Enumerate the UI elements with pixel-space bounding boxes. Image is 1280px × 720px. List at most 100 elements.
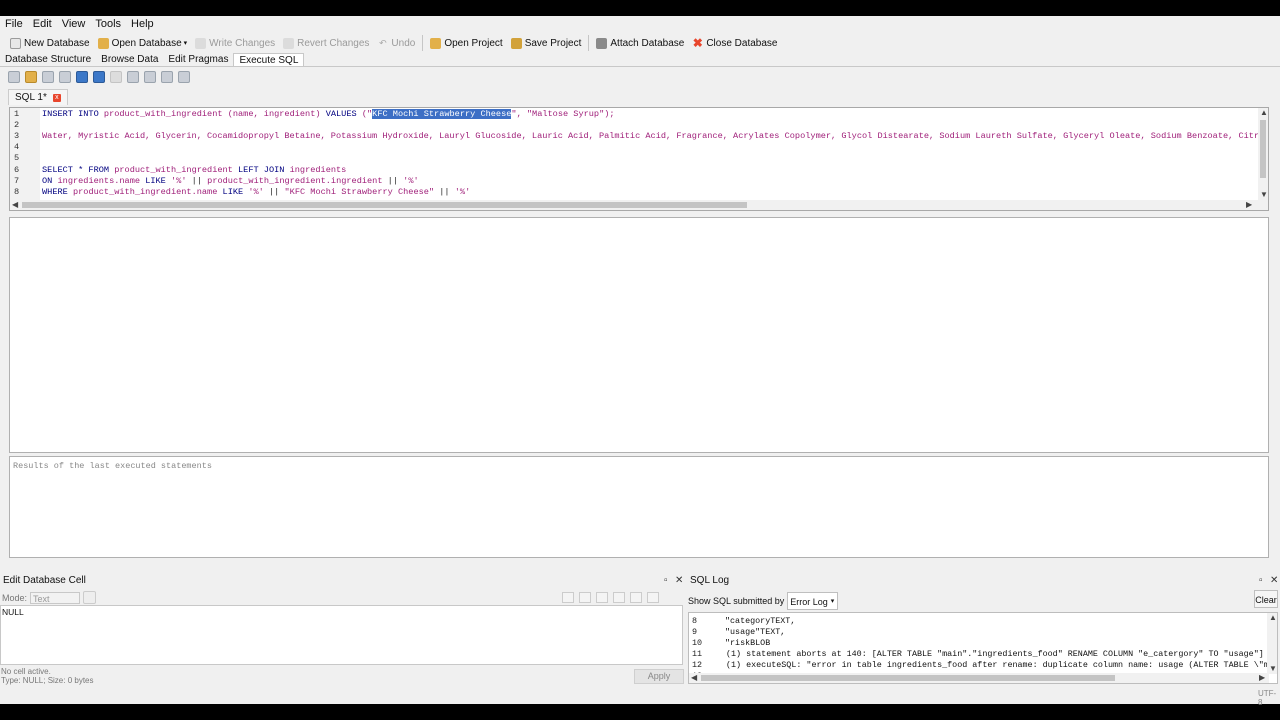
scroll-thumb[interactable] [1260,120,1266,178]
scroll-right-icon[interactable]: ▶ [1246,200,1252,210]
scroll-up-icon[interactable]: ▲ [1269,613,1277,623]
sql-editor[interactable]: 1 INSERT INTO product_with_ingredient (n… [9,107,1269,211]
chevron-down-icon: ▾ [830,598,835,605]
sql-toolbar [8,69,195,85]
scroll-up-icon[interactable]: ▲ [1260,108,1268,118]
encoding-status: UTF-8 [1258,689,1277,707]
comment-block-icon[interactable] [178,71,190,83]
tab-execute-sql[interactable]: Execute SQL [233,53,305,66]
toolbar-separator [422,35,424,51]
menu-tools[interactable]: Tools [90,16,126,32]
scroll-down-icon[interactable]: ▼ [1269,664,1277,674]
messages-pane[interactable]: Results of the last executed statements [9,456,1269,558]
line-number: 2 [14,120,20,130]
close-database-icon: ✖ [692,35,703,50]
main-tabs: Database Structure Browse Data Edit Prag… [0,53,1280,67]
float-panel-icon[interactable]: ▫ [1259,574,1263,587]
submitted-by-select[interactable]: Error Log ▾ [787,592,839,610]
save-results-icon[interactable] [127,71,139,83]
results-grid[interactable] [9,217,1269,453]
print-icon[interactable] [59,71,71,83]
scroll-left-icon[interactable]: ◀ [12,200,18,210]
new-database-button[interactable]: New Database [6,34,94,52]
set-null-icon[interactable] [596,592,608,603]
apply-button[interactable]: Apply [634,669,684,684]
undo-button[interactable]: ↶ Undo [373,34,419,52]
sql-log-title: SQL Log [690,575,730,586]
menu-file[interactable]: File [0,16,28,32]
print-icon[interactable] [647,592,659,603]
stop-execution-icon[interactable] [110,71,122,83]
log-vertical-scrollbar[interactable]: ▲ ▼ [1267,613,1277,674]
close-panel-icon[interactable]: ✕ [1270,574,1278,587]
write-changes-icon [195,37,207,49]
export-icon[interactable] [579,592,591,603]
selected-text: KFC Mochi Strawberry Cheese [372,109,512,119]
execute-all-icon[interactable] [76,71,88,83]
auto-switch-icon[interactable] [83,591,97,604]
mode-row: Mode: Text [2,591,99,604]
line-number: 7 [14,176,20,186]
sql-editor-tabs: SQL 1* x [8,89,68,105]
scroll-thumb[interactable] [22,202,747,208]
find-icon[interactable] [144,71,156,83]
editor-vertical-scrollbar[interactable]: ▲ ▼ [1258,108,1268,201]
clear-button[interactable]: Clear [1254,590,1278,608]
open-project-button[interactable]: Open Project [426,34,506,52]
edit-cell-panel: Mode: Text NULL No cell active. Type: NU… [0,589,684,699]
menu-bar: File Edit View Tools Help [0,16,1280,32]
cell-tools [562,592,664,603]
import-icon[interactable] [562,592,574,603]
execute-line-icon[interactable] [93,71,105,83]
undo-icon: ↶ [379,37,387,48]
open-sql-file-icon[interactable] [25,71,37,83]
attach-database-button[interactable]: Attach Database [592,34,688,52]
open-tab-icon[interactable] [8,71,20,83]
line-number: 4 [14,142,20,152]
main-toolbar: New Database Open Database ▾ Write Chang… [0,33,1280,53]
float-panel-icon[interactable]: ▫ [664,574,668,587]
scroll-right-icon[interactable]: ▶ [1259,673,1265,683]
revert-changes-icon [283,37,295,49]
close-panel-icon[interactable]: ✕ [675,574,683,587]
sql-log-panel: Show SQL submitted by Error Log ▾ Clear 8… [688,589,1280,699]
save-project-icon [510,37,522,49]
menu-help[interactable]: Help [126,16,159,32]
word-wrap-icon[interactable] [630,592,642,603]
line-number: 5 [14,153,20,163]
open-project-icon [430,37,442,49]
cell-editor[interactable]: NULL [0,605,683,665]
revert-changes-button[interactable]: Revert Changes [279,34,373,52]
tab-edit-pragmas[interactable]: Edit Pragmas [163,53,233,66]
line-number: 1 [14,109,20,119]
open-folder-icon [97,37,109,49]
attach-database-icon [596,37,608,49]
menu-view[interactable]: View [57,16,91,32]
close-database-button[interactable]: ✖ Close Database [688,34,781,52]
scroll-thumb[interactable] [701,675,1115,681]
scroll-down-icon[interactable]: ▼ [1260,190,1268,200]
cell-info: No cell active. Type: NULL; Size: 0 byte… [1,667,94,685]
open-database-button[interactable]: Open Database ▾ [94,34,192,52]
write-changes-button[interactable]: Write Changes [191,34,279,52]
close-tab-icon[interactable]: x [52,93,61,102]
mode-select[interactable]: Text [30,591,81,604]
find-replace-icon[interactable] [161,71,173,83]
save-project-button[interactable]: Save Project [507,34,586,52]
tab-browse-data[interactable]: Browse Data [96,53,163,66]
scroll-left-icon[interactable]: ◀ [691,673,697,683]
sql-tab-1[interactable]: SQL 1* x [8,89,68,105]
editor-horizontal-scrollbar[interactable]: ◀ ▶ [10,200,1268,210]
indent-icon[interactable] [613,592,625,603]
new-database-icon [10,37,21,49]
log-text-area[interactable]: 8 "categoryTEXT, 9 "usage"TEXT, 10 "risk… [688,612,1278,684]
tab-database-structure[interactable]: Database Structure [0,53,96,66]
save-sql-file-icon[interactable] [42,71,54,83]
cell-value: NULL [2,607,24,617]
show-sql-row: Show SQL submitted by Error Log ▾ [688,592,839,610]
dropdown-arrow-icon[interactable]: ▾ [184,39,188,47]
app-window: File Edit View Tools Help New Database O… [0,16,1280,707]
menu-edit[interactable]: Edit [28,16,57,32]
line-number: 8 [14,187,20,197]
log-horizontal-scrollbar[interactable]: ◀ ▶ [689,673,1269,683]
